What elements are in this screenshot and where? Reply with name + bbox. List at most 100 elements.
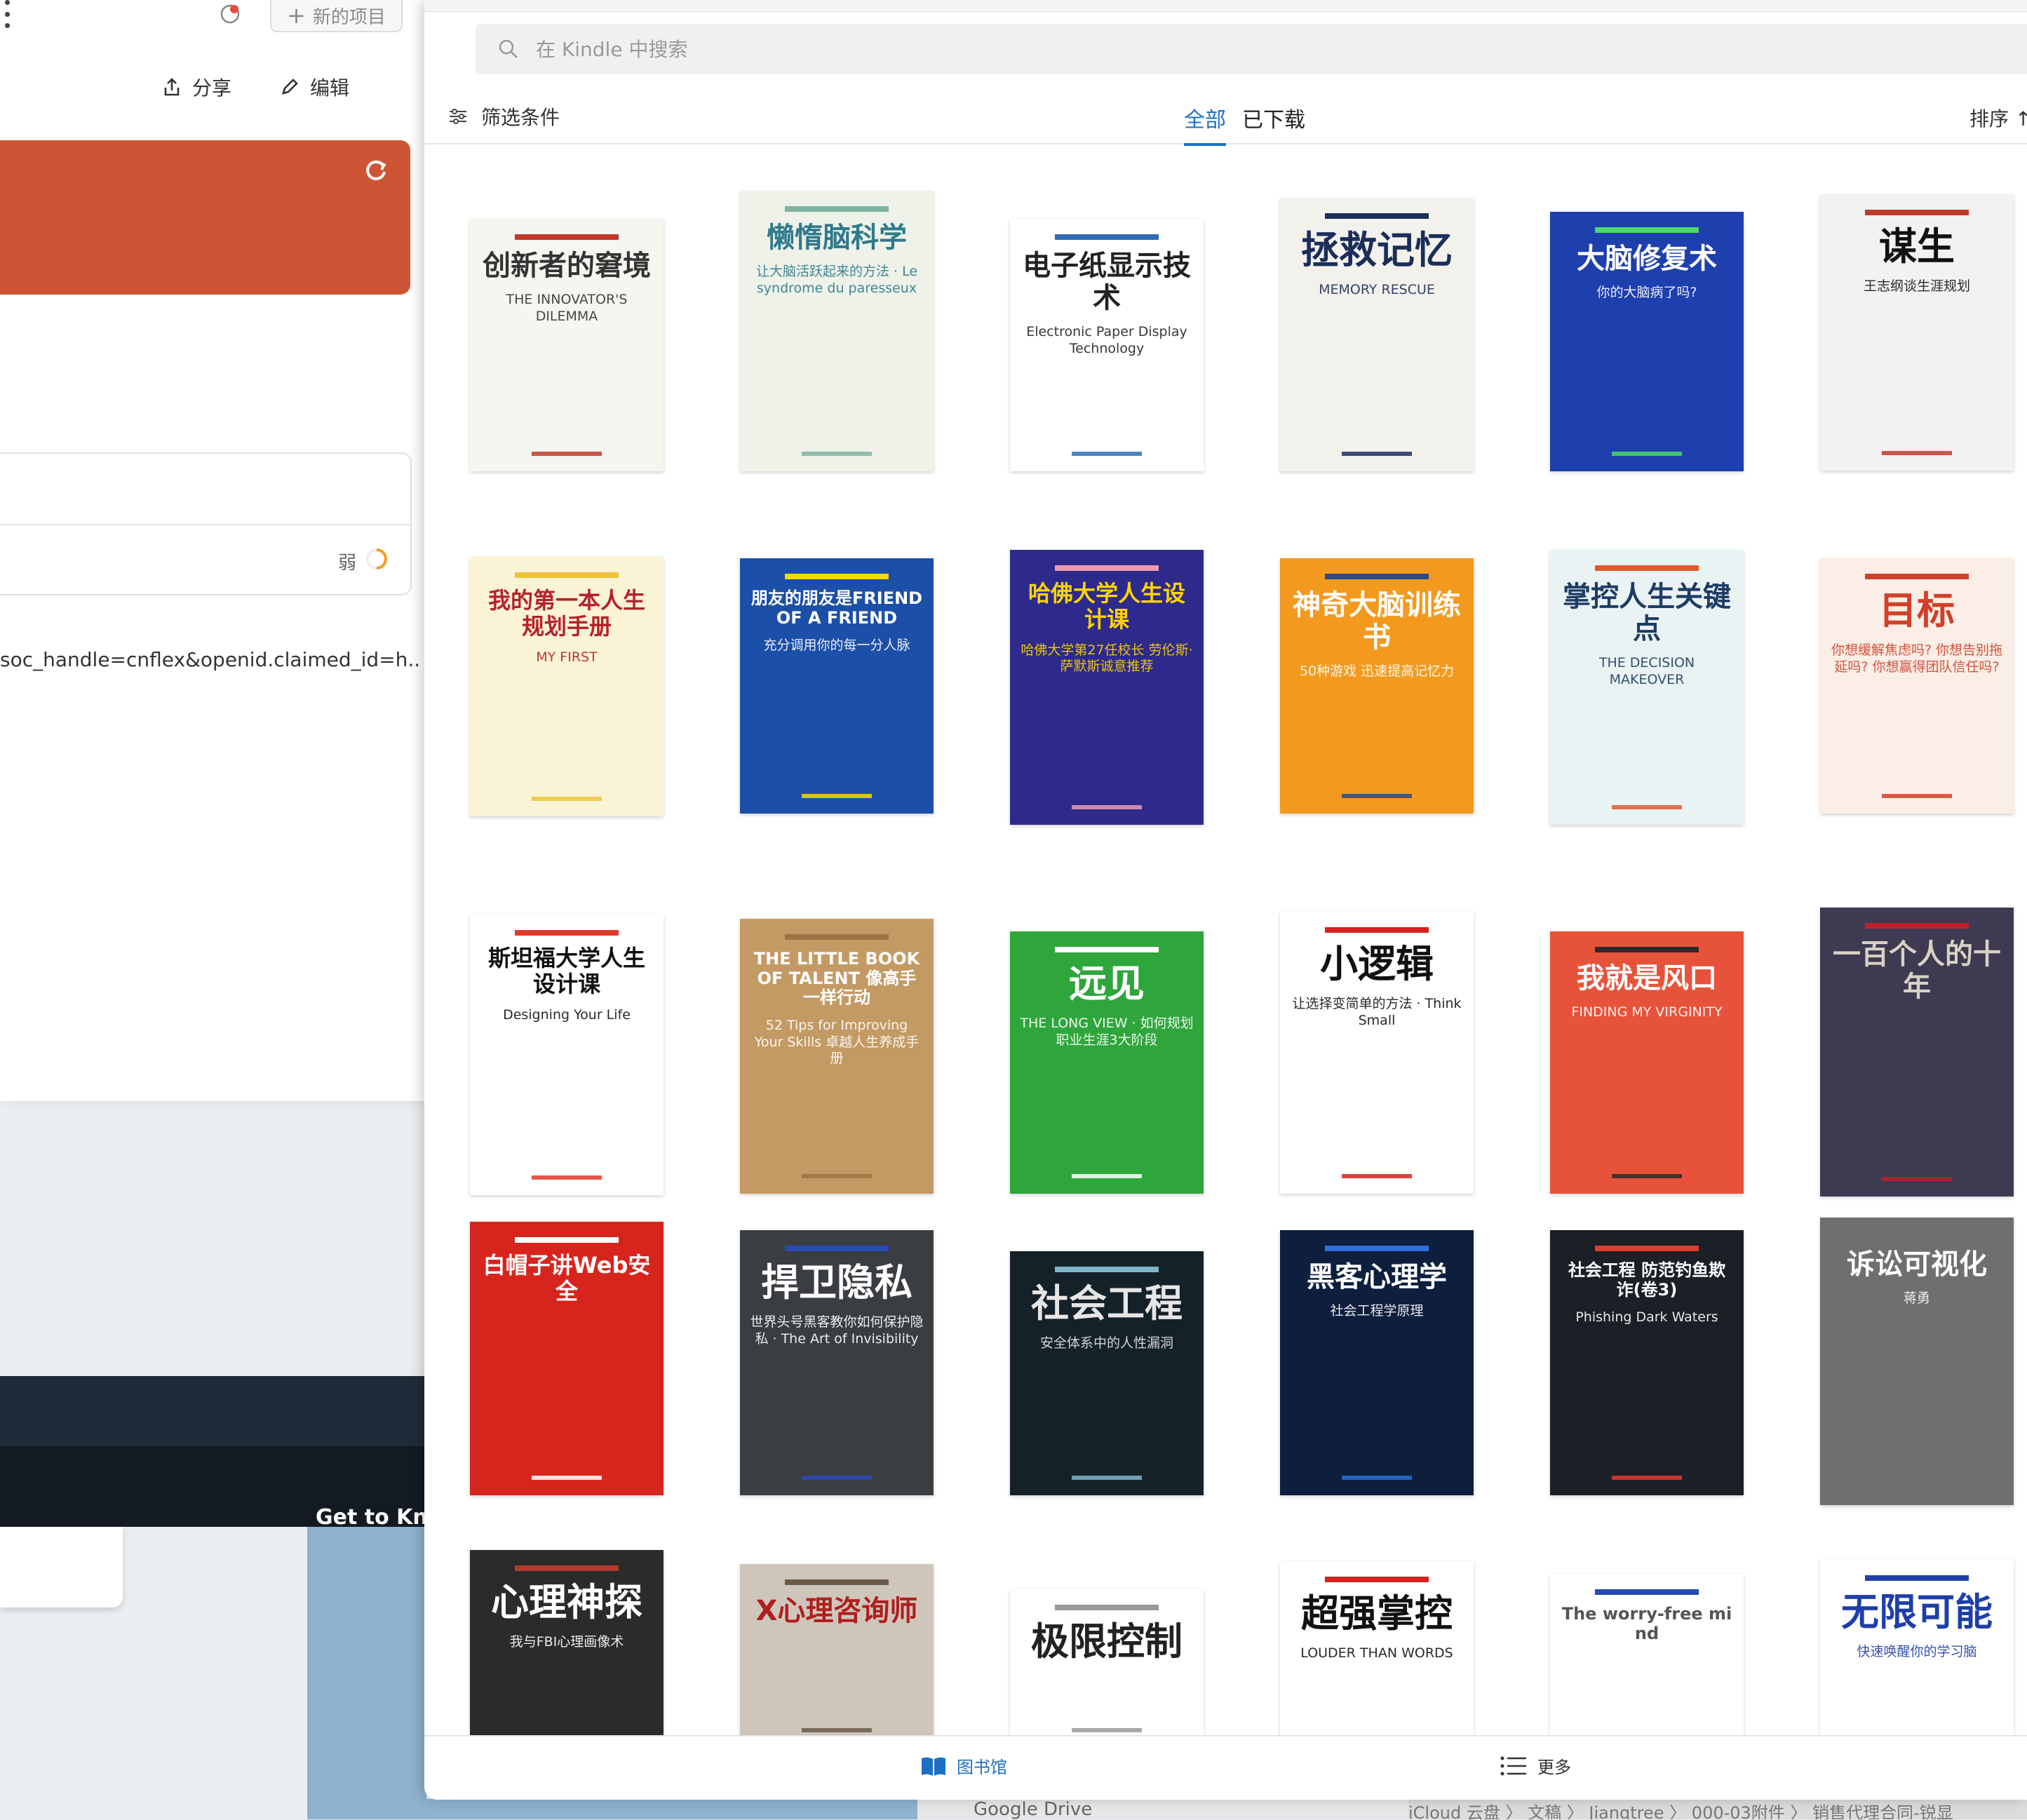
book-cover[interactable]: 电子纸显示技术 Electronic Paper Display Technolo… bbox=[1010, 219, 1204, 471]
finder-path-text: iCloud 云盘 〉 文稿 〉 Jiangtree 〉 000-03附件 〉 … bbox=[1408, 1803, 1953, 1819]
refresh-icon[interactable] bbox=[362, 156, 390, 184]
cover-accent bbox=[1324, 574, 1429, 579]
search-input[interactable] bbox=[534, 36, 1800, 62]
book-cover[interactable]: The worry-free mind bbox=[1550, 1574, 1744, 1737]
cover-accent bbox=[1324, 927, 1429, 933]
cover-footer-accent bbox=[1072, 1476, 1142, 1480]
book-cover[interactable]: 创新者的窘境 THE INNOVATOR'S DILEMMA bbox=[470, 219, 664, 471]
book-cover[interactable]: THE LITTLE BOOK OF TALENT 像高手一样行动 52 Tips… bbox=[740, 919, 934, 1194]
book-title: 捍卫隐私 bbox=[761, 1260, 913, 1305]
book-subtitle: 52 Tips for Improving Your Skills 卓越人生养成… bbox=[754, 1017, 920, 1067]
book-cover[interactable]: 社会工程 防范钓鱼欺诈(卷3) Phishing Dark Waters bbox=[1550, 1230, 1744, 1495]
cover-accent bbox=[784, 934, 889, 940]
cover-accent bbox=[1324, 1577, 1429, 1582]
book-subtitle: 让大脑活跃起来的方法 · Le syndrome du paresseux bbox=[755, 264, 918, 296]
cover-accent bbox=[1864, 210, 1969, 215]
book-subtitle: 充分调用你的每一分人脉 bbox=[763, 638, 910, 654]
open-book-icon bbox=[922, 1757, 945, 1776]
pencil-icon bbox=[282, 79, 298, 95]
book-title: 白帽子讲Web安全 bbox=[483, 1252, 651, 1305]
edit-button[interactable]: 编辑 bbox=[279, 74, 349, 100]
book-title: 大脑修复术 bbox=[1577, 243, 1717, 275]
book-cover[interactable]: 大脑修复术 你的大脑病了吗? bbox=[1550, 212, 1744, 471]
cover-footer-accent bbox=[1612, 1476, 1682, 1480]
finder-path-bar: iCloud 云盘 〉 文稿 〉 Jiangtree 〉 000-03附件 〉 … bbox=[1408, 1799, 2027, 1819]
book-cover[interactable]: 诉讼可视化 蒋勇 bbox=[1820, 1218, 2014, 1505]
chat-notification-icon[interactable] bbox=[219, 3, 241, 25]
sort-button[interactable]: 排序 ↑ bbox=[1969, 104, 2027, 132]
cover-footer-accent bbox=[1612, 805, 1682, 809]
cover-footer-accent bbox=[1612, 452, 1682, 456]
book-cover[interactable]: 远见 THE LONG VIEW · 如何规划职业生涯3大阶段 bbox=[1010, 931, 1204, 1194]
book-title: 我就是风口 bbox=[1577, 962, 1717, 995]
tab-downloaded[interactable]: 已下载 bbox=[1242, 102, 1305, 133]
book-cover[interactable]: 极限控制 bbox=[1010, 1589, 1204, 1737]
nav-library[interactable]: 图书馆 bbox=[920, 1753, 1007, 1778]
book-cover[interactable]: 无限可能快速唤醒你的学习脑 bbox=[1820, 1560, 2014, 1737]
cover-accent bbox=[1864, 1575, 1969, 1581]
cover-footer-accent bbox=[1072, 805, 1142, 809]
google-drive-item[interactable]: Google Drive bbox=[917, 1799, 1408, 1820]
book-cover[interactable]: 一百个人的十年 bbox=[1820, 908, 2014, 1197]
share-label: 分享 bbox=[192, 76, 232, 100]
cover-accent bbox=[1594, 947, 1699, 952]
book-subtitle: Designing Your Life bbox=[503, 1006, 631, 1023]
cover-footer-accent bbox=[532, 1476, 602, 1480]
book-cover[interactable]: 目标 你想缓解焦虑吗? 你想告别拖延吗? 你想赢得团队信任吗? bbox=[1820, 558, 2014, 814]
book-subtitle: 快速唤醒你的学习脑 bbox=[1857, 1644, 1977, 1660]
book-cover[interactable]: 白帽子讲Web安全 bbox=[470, 1222, 664, 1495]
book-grid: 创新者的窘境 THE INNOVATOR'S DILEMMA 懒惰脑科学 让大脑活跃起… bbox=[424, 144, 2027, 1737]
book-title: 无限可能 bbox=[1841, 1590, 1993, 1634]
book-cover[interactable]: 掌控人生关键点 THE DECISION MAKEOVER bbox=[1550, 550, 1744, 825]
book-cover[interactable]: 谋生 王志纲谈生涯规划 bbox=[1820, 194, 2014, 471]
dark-banner-top bbox=[0, 1376, 424, 1446]
tab-all[interactable]: 全部 bbox=[1184, 102, 1226, 146]
book-cover[interactable]: 超强掌控 LOUDER THAN WORDS bbox=[1280, 1561, 1474, 1737]
cover-accent bbox=[1054, 1267, 1159, 1272]
book-cover[interactable]: 黑客心理学 社会工程学原理 bbox=[1280, 1230, 1474, 1495]
book-cover[interactable]: 拯救记忆 MEMORY RESCUE bbox=[1280, 198, 1474, 471]
book-cover[interactable]: 哈佛大学人生设计课 哈佛大学第27任校长 劳伦斯·萨默斯诚意推荐 bbox=[1010, 550, 1204, 825]
cover-footer-accent bbox=[802, 1476, 872, 1480]
nav-more[interactable]: 更多 bbox=[1500, 1753, 1571, 1778]
book-cover[interactable]: 神奇大脑训练书 50种游戏 迅速提高记忆力 bbox=[1280, 558, 1474, 814]
share-button[interactable]: 分享 bbox=[161, 74, 231, 100]
book-title: 超强掌控 bbox=[1301, 1591, 1453, 1636]
cover-footer-accent bbox=[1342, 1476, 1412, 1480]
banner-heading: Get to Kno bbox=[316, 1505, 443, 1530]
cover-footer-accent bbox=[1342, 452, 1412, 456]
book-cover[interactable]: 斯坦福大学人生设计课 Designing Your Life bbox=[470, 915, 664, 1195]
cover-footer-accent bbox=[1342, 794, 1412, 798]
more-options-icon[interactable] bbox=[0, 0, 14, 28]
cover-footer-accent bbox=[1882, 1485, 1952, 1490]
book-cover[interactable]: 社会工程 安全体系中的人性漏洞 bbox=[1010, 1251, 1204, 1495]
book-cover[interactable]: X心理咨询师 bbox=[740, 1564, 934, 1737]
book-cover[interactable]: 我的第一本人生规划手册 MY FIRST bbox=[470, 557, 664, 816]
new-project-button[interactable]: + 新的项目 bbox=[270, 0, 403, 32]
cover-footer-accent bbox=[802, 452, 872, 456]
cover-footer-accent bbox=[1072, 1174, 1142, 1178]
signal-status-label: 弱 bbox=[338, 553, 357, 574]
book-title: THE LITTLE BOOK OF TALENT 像高手一样行动 bbox=[753, 949, 920, 1008]
book-cover[interactable]: 懒惰脑科学 让大脑活跃起来的方法 · Le syndrome du paresse… bbox=[740, 191, 934, 471]
filter-bar: 筛选条件 全部 已下载 排序 ↑ bbox=[424, 98, 2027, 146]
cover-footer-accent bbox=[802, 1728, 872, 1732]
book-cover[interactable]: 朋友的朋友是FRIEND OF A FRIEND 充分调用你的每一分人脉 bbox=[740, 558, 934, 814]
cover-accent bbox=[1594, 565, 1699, 571]
nav-more-label: 更多 bbox=[1537, 1758, 1571, 1777]
cover-footer-accent bbox=[802, 794, 872, 798]
book-cover[interactable]: 小逻辑 让选择变简单的方法 · Think Small bbox=[1280, 912, 1474, 1194]
book-cover[interactable]: 捍卫隐私 世界头号黑客教你如何保护隐私 · The Art of Invisibi… bbox=[740, 1230, 934, 1495]
cover-accent bbox=[784, 574, 889, 579]
book-cover[interactable]: 心理神探 我与FBI心理画像术 bbox=[470, 1550, 664, 1737]
cover-accent bbox=[784, 1579, 889, 1585]
search-bar[interactable] bbox=[476, 24, 2027, 74]
cover-footer-accent bbox=[532, 797, 602, 801]
book-cover[interactable]: 我就是风口 FINDING MY VIRGINITY bbox=[1550, 931, 1744, 1194]
cover-accent bbox=[1864, 574, 1969, 579]
book-title: 社会工程 bbox=[1031, 1281, 1183, 1326]
highlight-card[interactable] bbox=[0, 140, 410, 295]
book-subtitle: LOUDER THAN WORDS bbox=[1300, 1645, 1453, 1661]
cover-footer-accent bbox=[1072, 452, 1142, 456]
filter-button[interactable]: 筛选条件 bbox=[447, 102, 560, 130]
